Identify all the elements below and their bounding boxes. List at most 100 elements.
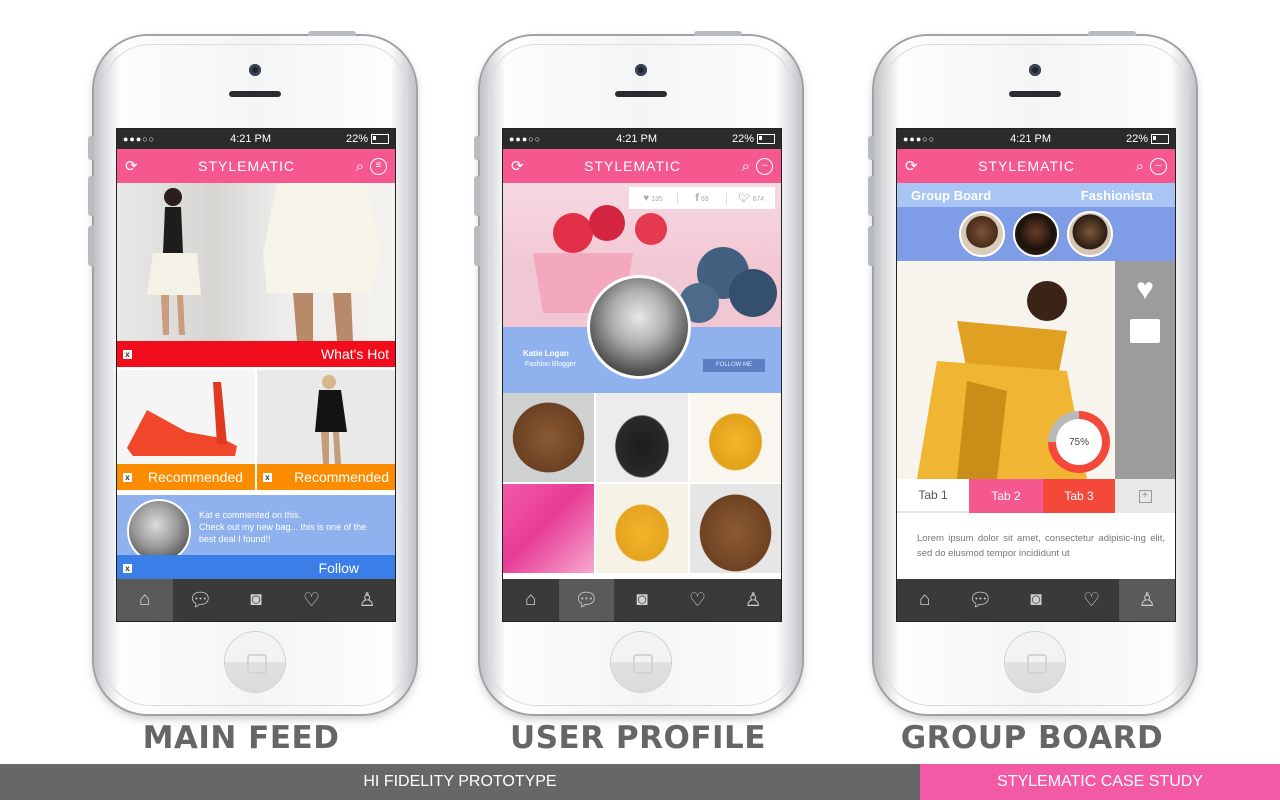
battery-icon [1151,134,1169,145]
whats-hot-ribbon[interactable]: x What's Hot [117,341,395,367]
grid-photo-backpack[interactable] [689,484,781,573]
group-board-label: Group Board [911,187,992,203]
search-icon[interactable]: ⌕ [1136,158,1144,175]
facebook-count[interactable]: f 69 [677,192,726,204]
close-icon[interactable]: x [123,472,132,482]
screen: ●●●○○ 4:21 PM 22% ⟳ STYLEMATIC ⌕ ≡ x What… [116,128,396,622]
app-header: ⟳ STYLEMATIC ⌕ ≡ [117,149,395,183]
recommended-ribbon[interactable]: x Recommended [257,464,395,490]
tab-3[interactable]: Tab 3 [1043,479,1115,513]
phone-user-profile: ●●●○○ 4:21 PM 22% ⟳ STYLEMATIC ⌕ – ♥ 135 … [474,31,802,714]
home-icon[interactable]: ⌂ [117,579,173,621]
chat-icon[interactable]: 💬︎ [953,579,1009,621]
menu-icon[interactable]: – [1149,157,1167,175]
member-avatar[interactable] [1013,211,1059,257]
comment-line: Kat e commented on this. [199,510,302,520]
like-count[interactable]: ♥ 135 [629,193,677,204]
caption-user-profile: USER PROFILE [510,720,766,756]
heart-icon[interactable]: ♥ [1136,275,1154,305]
avatar[interactable] [127,499,191,563]
camera-icon[interactable]: ◙ [1008,579,1064,621]
status-time: 4:21 PM [230,133,272,145]
close-icon[interactable]: x [263,472,272,482]
close-icon[interactable]: x [123,563,132,573]
follow-me-button[interactable]: FOLLOW ME [703,359,765,372]
recommended-item[interactable]: x Recommended [257,370,395,490]
home-button[interactable] [225,632,285,692]
comment-icon[interactable] [1130,319,1160,343]
phone-side-button [88,136,94,160]
menu-icon[interactable]: ≡ [369,157,387,175]
comment-line: best deal I found!! [199,534,271,544]
home-button[interactable] [1005,632,1065,692]
phone-main-feed: ●●●○○ 4:21 PM 22% ⟳ STYLEMATIC ⌕ ≡ x What… [88,31,416,714]
status-bar: ●●●○○ 4:21 PM 22% [503,129,781,149]
heart-icon[interactable]: ♡ [670,579,726,621]
caption-group-board: GROUP BOARD [900,720,1164,756]
profile-icon[interactable]: ♙ [339,579,395,621]
menu-icon[interactable]: – [755,157,773,175]
front-camera [1029,64,1041,76]
refresh-icon[interactable]: ⟳ [905,157,918,175]
add-tab-button[interactable]: + [1115,479,1175,513]
search-icon[interactable]: ⌕ [742,158,750,175]
whats-hot-label: What's Hot [320,346,389,362]
chat-icon[interactable]: 💬︎ [558,579,615,621]
group-name[interactable]: Fashionista [1081,188,1153,203]
phone-side-button [474,136,480,160]
follow-ribbon[interactable]: x Follow [117,555,395,581]
phone-volume-button [88,176,94,216]
comment-card[interactable]: Kat e commented on this. Check out my ne… [117,495,395,581]
facebook-count-value: 69 [700,196,709,203]
grid-photo-dress[interactable] [689,393,781,482]
camera-icon[interactable]: ◙ [228,579,284,621]
heart-icon[interactable]: ♡ [1064,579,1120,621]
home-icon[interactable]: ⌂ [897,579,953,621]
shoe-image [127,382,237,456]
comment-text: Kat e commented on this. Check out my ne… [199,509,389,545]
close-icon[interactable]: x [123,349,132,359]
camera-icon[interactable]: ◙ [614,579,670,621]
home-icon[interactable]: ⌂ [503,579,559,621]
grid-photo-backpack[interactable] [503,393,595,482]
profile-role: Fashion Blogger [525,361,576,368]
twitter-count[interactable]: 🐦︎ 674 [726,192,775,204]
profile-avatar[interactable] [587,275,691,379]
refresh-icon[interactable]: ⟳ [511,157,524,175]
comment-line: Check out my new bag... this is one of t… [199,522,367,532]
heart-icon: ♥ [643,192,650,204]
tab-2[interactable]: Tab 2 [969,479,1043,513]
grid-photo-yellow-dress[interactable] [596,484,688,573]
recommended-item[interactable]: x Recommended [117,370,255,490]
like-count-value: 135 [651,195,663,203]
status-bar: ●●●○○ 4:21 PM 22% [897,129,1175,149]
twitter-icon: 🐦︎ [737,192,751,204]
grid-photo-pink-dress[interactable] [503,484,595,573]
member-avatar[interactable] [1067,211,1113,257]
battery-percent: 22% [345,133,368,145]
tab-bar: ⌂ 💬︎ ◙ ♡ ♙ [117,579,395,621]
recommended-ribbon[interactable]: x Recommended [117,464,255,490]
photo-grid [503,393,781,573]
hero-image[interactable]: x What's Hot [117,183,395,367]
heart-icon[interactable]: ♡ [284,579,340,621]
progress-ring-center: 75% [1056,419,1102,465]
recommended-label: Recommended [294,469,389,485]
battery-indicator: 22% [1126,133,1169,145]
member-avatar[interactable] [959,211,1005,257]
tab-1[interactable]: Tab 1 [897,479,969,513]
app-header: ⟳ STYLEMATIC ⌕ – [897,149,1175,183]
refresh-icon[interactable]: ⟳ [125,157,138,175]
chat-icon[interactable]: 💬︎ [173,579,229,621]
profile-icon[interactable]: ♙ [1119,579,1175,621]
progress-value: 75% [1068,436,1089,448]
facebook-icon: f [695,192,699,204]
grid-photo-shoe[interactable] [596,393,688,482]
search-icon[interactable]: ⌕ [356,158,364,175]
battery-indicator: 22% [346,133,389,145]
front-camera [635,64,647,76]
home-button[interactable] [611,632,671,692]
profile-icon[interactable]: ♙ [725,579,781,621]
battery-percent: 22% [731,133,754,145]
post-image[interactable]: 75% [897,261,1115,479]
